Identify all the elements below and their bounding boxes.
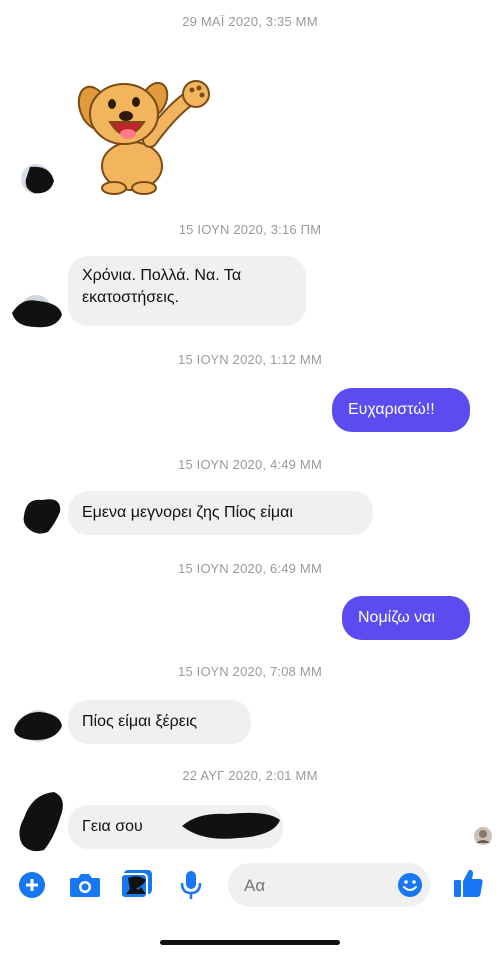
avatar[interactable] (20, 163, 58, 197)
thumbs-up-icon[interactable] (452, 867, 484, 899)
timestamp: 15 ΙΟΥΝ 2020, 1:12 ΜΜ (178, 352, 322, 367)
avatar[interactable] (8, 293, 64, 331)
redaction-scribble (182, 812, 280, 839)
emoji-icon[interactable] (397, 872, 423, 898)
plus-circle-icon[interactable] (18, 871, 46, 899)
timestamp: 15 ΙΟΥΝ 2020, 4:49 ΜΜ (178, 457, 322, 472)
avatar[interactable] (10, 706, 64, 744)
message-bubble-outgoing[interactable]: Νομίζω ναι (342, 596, 470, 640)
dog-sticker[interactable] (72, 70, 212, 198)
avatar[interactable] (14, 788, 70, 854)
photo-gallery-icon[interactable] (120, 868, 154, 900)
timestamp: 15 ΙΟΥΝ 2020, 6:49 ΜΜ (178, 561, 322, 576)
read-receipt-avatar (474, 827, 492, 845)
message-bubble-incoming[interactable]: Πίος είμαι ξέρεις (68, 700, 251, 744)
microphone-icon[interactable] (180, 869, 202, 901)
message-bubble-incoming[interactable]: Εμενα μεγνορει ζης Πίος είμαι (68, 491, 373, 535)
message-input[interactable] (242, 871, 396, 901)
timestamp: 29 ΜΑΪ 2020, 3:35 ΜΜ (182, 14, 318, 29)
message-text: Γεια σου (82, 818, 143, 835)
avatar[interactable] (18, 492, 64, 536)
message-bubble-outgoing[interactable]: Ευχαριστώ!! (332, 388, 470, 432)
home-indicator (160, 940, 340, 945)
message-bubble-incoming[interactable]: Χρόνια. Πολλά. Να. Τα εκατοστήσεις. (68, 256, 306, 326)
timestamp: 15 ΙΟΥΝ 2020, 3:16 ΠΜ (178, 222, 322, 237)
timestamp: 15 ΙΟΥΝ 2020, 7:08 ΜΜ (178, 664, 322, 679)
camera-icon[interactable] (68, 871, 102, 899)
timestamp: 22 ΑΥΓ 2020, 2:01 ΜΜ (182, 768, 318, 783)
